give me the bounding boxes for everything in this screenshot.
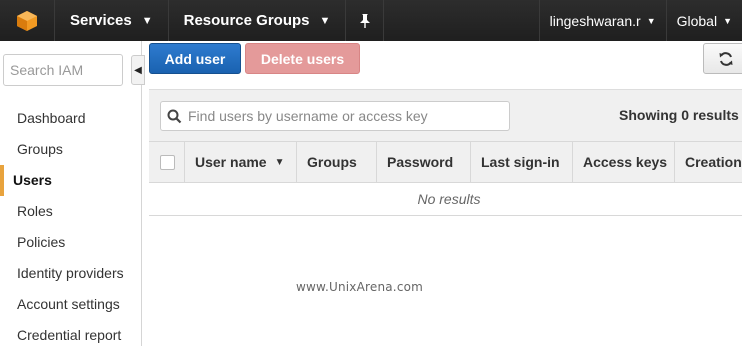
services-menu[interactable]: Services ▼ xyxy=(55,0,169,41)
sidebar-nav: Dashboard Groups Users Roles Policies Id… xyxy=(0,103,141,346)
sidebar-item-dashboard[interactable]: Dashboard xyxy=(0,103,141,134)
pin-button[interactable] xyxy=(346,0,385,41)
empty-state-text: No results xyxy=(149,184,742,216)
aws-logo[interactable] xyxy=(0,0,55,41)
region-label: Global xyxy=(676,12,718,29)
resource-groups-menu[interactable]: Resource Groups ▼ xyxy=(169,0,347,41)
column-last-sign-in[interactable]: Last sign-in xyxy=(471,142,573,182)
services-label: Services xyxy=(70,12,132,29)
table-header: User name ▼ Groups Password Last sign-in… xyxy=(149,141,742,183)
add-user-button[interactable]: Add user xyxy=(149,43,241,74)
users-table: Showing 0 results User name ▼ Groups Pas… xyxy=(149,89,742,216)
top-nav-bar: Services ▼ Resource Groups ▼ lingeshwara… xyxy=(0,0,742,41)
search-icon xyxy=(167,109,182,123)
pin-icon xyxy=(359,13,370,28)
refresh-button[interactable] xyxy=(703,43,742,74)
column-groups[interactable]: Groups xyxy=(297,142,377,182)
delete-users-button[interactable]: Delete users xyxy=(245,43,360,74)
sidebar: ◀ Dashboard Groups Users Roles Policies … xyxy=(0,41,145,346)
select-all-checkbox[interactable] xyxy=(160,154,175,170)
column-access-keys[interactable]: Access keys xyxy=(573,142,675,182)
collapse-sidebar-button[interactable]: ◀ xyxy=(131,55,145,85)
watermark-text: www.UnixArena.com xyxy=(296,280,424,294)
account-menu[interactable]: lingeshwaran.r ▼ xyxy=(538,0,666,41)
sidebar-item-credential-report[interactable]: Credential report xyxy=(0,320,141,346)
sidebar-item-groups[interactable]: Groups xyxy=(0,134,141,165)
sidebar-item-policies[interactable]: Policies xyxy=(0,227,141,258)
sidebar-item-identity-providers[interactable]: Identity providers xyxy=(0,258,141,289)
chevron-left-icon: ◀ xyxy=(134,64,142,76)
sidebar-item-users[interactable]: Users xyxy=(0,165,141,196)
column-password[interactable]: Password xyxy=(377,142,471,182)
sidebar-item-roles[interactable]: Roles xyxy=(0,196,141,227)
account-name: lingeshwaran.r xyxy=(549,12,641,29)
chevron-down-icon: ▼ xyxy=(141,14,153,27)
aws-cube-icon xyxy=(17,10,37,31)
sort-down-icon: ▼ xyxy=(274,156,285,168)
user-search-box[interactable] xyxy=(160,101,510,131)
column-creation[interactable]: Creation xyxy=(675,142,742,182)
chevron-down-icon: ▼ xyxy=(646,15,656,26)
region-menu[interactable]: Global ▼ xyxy=(665,0,742,41)
results-count: Showing 0 results xyxy=(619,107,739,123)
chevron-down-icon: ▼ xyxy=(319,14,331,27)
chevron-down-icon: ▼ xyxy=(723,15,732,26)
column-user-name-label: User name xyxy=(195,154,267,170)
sidebar-item-account-settings[interactable]: Account settings xyxy=(0,289,141,320)
refresh-icon xyxy=(719,51,732,66)
resource-groups-label: Resource Groups xyxy=(183,12,310,29)
select-all-cell xyxy=(149,142,185,182)
user-search-input[interactable] xyxy=(188,108,498,124)
search-iam-input[interactable] xyxy=(3,54,123,86)
column-user-name[interactable]: User name ▼ xyxy=(185,142,297,182)
filter-bar: Showing 0 results xyxy=(149,89,742,141)
